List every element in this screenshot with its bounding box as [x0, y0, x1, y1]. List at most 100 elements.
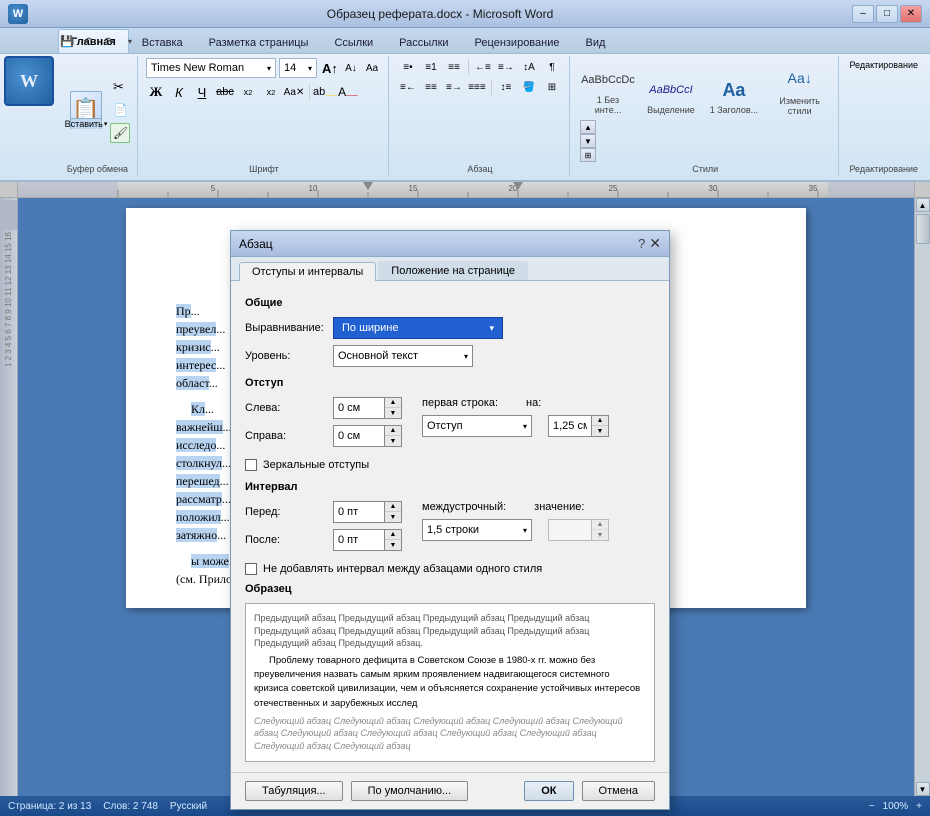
align-justify-button[interactable]: ≡≡≡	[466, 78, 488, 96]
vertical-scrollbar[interactable]: ▲ ▼	[914, 198, 930, 796]
dialog-tab-position[interactable]: Положение на странице	[378, 261, 528, 280]
scroll-down-button[interactable]: ▼	[916, 782, 930, 796]
cut-button[interactable]: ✂	[110, 77, 131, 97]
font-name-select[interactable]: Times New Roman ▾	[146, 58, 276, 78]
italic-button[interactable]: К	[169, 82, 189, 102]
decrease-indent-button[interactable]: ←≡	[472, 58, 494, 76]
multilevel-button[interactable]: ≡≡	[443, 58, 465, 76]
paste-button[interactable]: 📋 Вставить▾	[64, 89, 108, 131]
style-heading[interactable]: Aa 1 Заголов...	[704, 72, 764, 118]
clear-format-button[interactable]: Аа✕	[284, 82, 304, 102]
styles-expand[interactable]: ⊞	[580, 148, 596, 162]
tab-review[interactable]: Рецензирование	[462, 31, 573, 53]
align-right-button[interactable]: ≡→	[443, 78, 465, 96]
word-application: W Образец реферата.docx - Microsoft Word…	[0, 0, 930, 816]
after-spin[interactable]: ▲ ▼	[333, 529, 402, 551]
change-case-button[interactable]: Aa	[362, 58, 382, 78]
paste-dropdown[interactable]: Вставить▾	[71, 118, 101, 129]
after-up[interactable]: ▲	[385, 530, 401, 540]
mirror-checkbox[interactable]	[245, 459, 257, 471]
line-spacing-select[interactable]: 1,5 строки ▾	[422, 519, 532, 541]
increase-font-button[interactable]: A↑	[320, 58, 340, 78]
sample-next-text: Следующий абзац Следующий абзац Следующи…	[254, 715, 646, 753]
vruler-margin-top	[0, 200, 17, 230]
level-select[interactable]: Основной текст ▾	[333, 345, 473, 367]
alignment-select[interactable]: По ширине ▾	[333, 317, 503, 339]
no-interval-checkbox[interactable]	[245, 563, 257, 575]
tab-mailings[interactable]: Рассылки	[386, 31, 461, 53]
decrease-font-button[interactable]: A↓	[341, 58, 361, 78]
after-down[interactable]: ▼	[385, 540, 401, 550]
default-button[interactable]: По умолчанию...	[351, 781, 469, 801]
bold-button[interactable]: Ж	[146, 82, 166, 102]
font-size-arrow: ▾	[308, 64, 312, 73]
bullets-button[interactable]: ≡•	[397, 58, 419, 76]
dialog-tab-indent[interactable]: Отступы и интервалы	[239, 262, 376, 281]
maximize-button[interactable]: □	[876, 5, 898, 23]
tabulation-button[interactable]: Табуляция...	[245, 781, 343, 801]
before-input[interactable]	[334, 502, 384, 522]
zoom-in-button[interactable]: +	[916, 801, 922, 812]
increase-indent-button[interactable]: ≡→	[495, 58, 517, 76]
save-qa-button[interactable]: 💾	[58, 32, 76, 50]
indent-left-down[interactable]: ▼	[385, 408, 401, 418]
align-left-button[interactable]: ≡←	[397, 78, 419, 96]
superscript-button[interactable]: x2	[261, 82, 281, 102]
change-styles-button[interactable]: Аа↓ Изменить стили	[767, 58, 832, 118]
editing-button[interactable]: Редактирование	[847, 58, 920, 72]
indent-left-spin[interactable]: ▲ ▼	[333, 397, 402, 419]
indent-left-input[interactable]	[334, 398, 384, 418]
undo-qa-button[interactable]: ↶	[79, 32, 97, 50]
indent-right-input[interactable]	[334, 426, 384, 446]
tab-view[interactable]: Вид	[573, 31, 619, 53]
show-hide-button[interactable]: ¶	[541, 58, 563, 76]
subscript-button[interactable]: x2	[238, 82, 258, 102]
indent-left-up[interactable]: ▲	[385, 398, 401, 408]
scrollbar-thumb[interactable]	[916, 214, 930, 244]
na-input[interactable]	[549, 416, 591, 436]
fill-color-button[interactable]: 🪣	[518, 78, 540, 96]
font-color-button[interactable]: А___	[338, 82, 358, 102]
underline-button[interactable]: Ч	[192, 82, 212, 102]
close-button[interactable]: ✕	[900, 5, 922, 23]
styles-scroll-up[interactable]: ▲	[580, 120, 596, 134]
before-up[interactable]: ▲	[385, 502, 401, 512]
highlight-button[interactable]: ab___	[315, 82, 335, 102]
indent-right-spin[interactable]: ▲ ▼	[333, 425, 402, 447]
minimize-button[interactable]: –	[852, 5, 874, 23]
qa-dropdown-button[interactable]: ▾	[121, 32, 139, 50]
format-painter-button[interactable]: 🖌	[110, 123, 131, 143]
sort-button[interactable]: ↕A	[518, 58, 540, 76]
indent-right-down[interactable]: ▼	[385, 436, 401, 446]
line-spacing-button[interactable]: ↕≡	[495, 78, 517, 96]
before-spin[interactable]: ▲ ▼	[333, 501, 402, 523]
ok-button[interactable]: ОК	[524, 781, 573, 801]
tab-references[interactable]: Ссылки	[321, 31, 386, 53]
style-highlight[interactable]: AaBbCcI Выделение	[641, 72, 701, 118]
zoom-out-button[interactable]: −	[869, 801, 875, 812]
before-down[interactable]: ▼	[385, 512, 401, 522]
na-down[interactable]: ▼	[592, 426, 608, 436]
numbering-button[interactable]: ≡1	[420, 58, 442, 76]
dialog-close-button[interactable]: ✕	[649, 235, 661, 252]
first-line-select[interactable]: Отступ ▾	[422, 415, 532, 437]
na-spin[interactable]: ▲ ▼	[548, 415, 609, 437]
copy-button[interactable]: 📄	[110, 101, 131, 119]
redo-qa-button[interactable]: ↷	[100, 32, 118, 50]
strikethrough-button[interactable]: abc	[215, 82, 235, 102]
indent-right-up[interactable]: ▲	[385, 426, 401, 436]
clipboard-label: Буфер обмена	[67, 162, 128, 174]
styles-scroll-down[interactable]: ▼	[580, 134, 596, 148]
font-size-select[interactable]: 14 ▾	[279, 58, 317, 78]
borders-button[interactable]: ⊞	[541, 78, 563, 96]
scroll-up-button[interactable]: ▲	[916, 198, 930, 212]
na-up[interactable]: ▲	[592, 416, 608, 426]
style-normal[interactable]: AaBbCcDc 1 Без инте...	[578, 62, 638, 118]
sel-7: важнейш	[176, 420, 223, 434]
dialog-help-button[interactable]: ?	[638, 236, 645, 251]
cancel-button[interactable]: Отмена	[582, 781, 655, 801]
office-button[interactable]: W	[4, 56, 54, 106]
after-input[interactable]	[334, 530, 384, 550]
tab-page-layout[interactable]: Разметка страницы	[196, 31, 322, 53]
align-center-button[interactable]: ≡≡	[420, 78, 442, 96]
